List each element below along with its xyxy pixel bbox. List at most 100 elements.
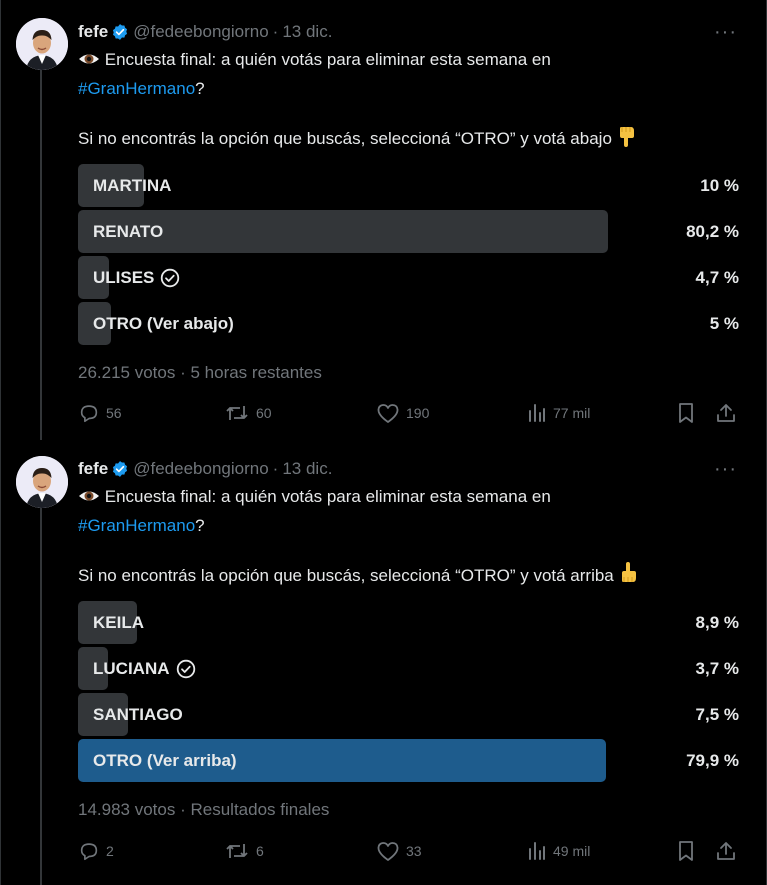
reply-button[interactable]: 56 <box>78 401 122 425</box>
tweet-2[interactable]: fefe @fedeebongiorno · 13 dic. ··· Encue… <box>0 440 767 885</box>
poll-option-winner: OTRO (Ver arriba) 79,9 % <box>78 739 739 782</box>
retweet-count: 60 <box>256 405 272 421</box>
hand-pointing-down-icon <box>617 125 637 155</box>
tweet-actions: 56 60 190 77 mil <box>78 401 740 425</box>
share-button[interactable] <box>715 401 743 425</box>
views-button[interactable]: 49 mil <box>527 839 590 863</box>
avatar-image <box>16 18 68 70</box>
reply-count: 2 <box>106 843 114 859</box>
poll-option-label: ULISES <box>93 267 155 287</box>
tweet-line-2: Si no encontrás la opción que buscás, se… <box>78 129 612 148</box>
poll-option: SANTIAGO 7,5 % <box>78 693 739 736</box>
reply-icon <box>80 843 98 861</box>
retweet-icon <box>226 406 248 420</box>
tweet-header: fefe @fedeebongiorno · 13 dic. <box>78 457 332 481</box>
views-icon <box>529 842 545 860</box>
like-button[interactable]: 190 <box>376 401 429 425</box>
separator-dot: · <box>180 363 191 382</box>
author-handle[interactable]: @fedeebongiorno <box>133 459 268 479</box>
avatar[interactable] <box>16 18 68 70</box>
tweet-text: Encuesta final: a quién votás para elimi… <box>78 484 728 539</box>
like-count: 33 <box>406 843 422 859</box>
reply-icon <box>80 405 98 423</box>
tweet-text-instructions: Si no encontrás la opción que buscás, se… <box>78 125 728 155</box>
author-handle[interactable]: @fedeebongiorno <box>133 22 268 42</box>
reply-count: 56 <box>106 405 122 421</box>
tweet-date[interactable]: 13 dic. <box>282 459 332 479</box>
check-circle-icon <box>176 659 195 678</box>
bookmark-button[interactable] <box>676 401 702 425</box>
hand-pointing-up-icon <box>619 562 639 592</box>
thread-line <box>40 70 42 440</box>
retweet-count: 6 <box>256 843 264 859</box>
author-name[interactable]: fefe <box>78 22 108 42</box>
poll-option-percent: 79,9 % <box>686 750 739 770</box>
poll-option-label: OTRO (Ver abajo) <box>93 313 234 333</box>
check-circle-icon <box>161 268 180 287</box>
more-icon[interactable]: ··· <box>714 22 737 42</box>
poll-option-label: LUCIANA <box>93 658 170 678</box>
like-count: 190 <box>406 405 430 421</box>
poll-option-label: MARTINA <box>93 175 172 195</box>
poll: MARTINA 10 % RENATO 80,2 % ULISES 4,7 % … <box>78 164 739 345</box>
poll-option-percent: 8,9 % <box>695 612 739 632</box>
poll: KEILA 8,9 % LUCIANA 3,7 % SANTIAGO 7,5 %… <box>78 601 739 782</box>
poll-option: RENATO 80,2 % <box>78 210 739 253</box>
more-icon[interactable]: ··· <box>714 459 737 479</box>
poll-option-percent: 10 % <box>700 175 739 195</box>
separator-dot: · <box>180 800 191 819</box>
verified-badge-icon <box>111 23 129 41</box>
tweet-date[interactable]: 13 dic. <box>282 22 332 42</box>
thread-line <box>40 505 42 885</box>
eye-icon <box>78 50 100 76</box>
tweet-line-1: Encuesta final: a quién votás para elimi… <box>104 487 551 506</box>
bookmark-button[interactable] <box>676 839 702 863</box>
poll-option: LUCIANA 3,7 % <box>78 647 739 690</box>
tweet-text-instructions: Si no encontrás la opción que buscás, se… <box>78 562 728 592</box>
poll-votes: 14.983 votos <box>78 800 176 819</box>
eye-icon <box>78 487 100 513</box>
poll-status: 5 horas restantes <box>190 363 322 382</box>
poll-option-percent: 80,2 % <box>686 221 739 241</box>
poll-option-label: OTRO (Ver arriba) <box>93 750 237 770</box>
poll-option-label: RENATO <box>93 221 164 241</box>
poll-meta: 26.215 votos · 5 horas restantes <box>78 363 322 383</box>
poll-votes: 26.215 votos <box>78 363 176 382</box>
avatar-image <box>16 456 68 508</box>
reply-button[interactable]: 2 <box>78 839 114 863</box>
author-name[interactable]: fefe <box>78 459 108 479</box>
views-count: 49 mil <box>553 843 591 859</box>
tweet-1[interactable]: fefe @fedeebongiorno · 13 dic. ··· Encue… <box>0 0 767 440</box>
poll-option: OTRO (Ver abajo) 5 % <box>78 302 739 345</box>
views-count: 77 mil <box>553 405 591 421</box>
tweet-text: Encuesta final: a quién votás para elimi… <box>78 47 728 102</box>
views-button[interactable]: 77 mil <box>527 401 590 425</box>
poll-option-percent: 7,5 % <box>695 704 739 724</box>
poll-option: MARTINA 10 % <box>78 164 739 207</box>
poll-option-percent: 5 % <box>709 313 739 333</box>
retweet-icon <box>226 844 248 858</box>
poll-option: KEILA 8,9 % <box>78 601 739 644</box>
poll-option: ULISES 4,7 % <box>78 256 739 299</box>
hashtag-link[interactable]: #GranHermano <box>78 79 195 98</box>
views-icon <box>529 404 545 422</box>
retweet-button[interactable]: 60 <box>224 401 272 425</box>
poll-status: Resultados finales <box>190 800 330 819</box>
share-icon <box>717 404 735 422</box>
separator-dot: · <box>272 22 279 41</box>
poll-option-percent: 3,7 % <box>695 658 739 678</box>
hashtag-link[interactable]: #GranHermano <box>78 516 195 535</box>
retweet-button[interactable]: 6 <box>224 839 264 863</box>
poll-option-percent: 4,7 % <box>695 267 739 287</box>
question-mark: ? <box>195 79 205 98</box>
tweet-header: fefe @fedeebongiorno · 13 dic. <box>78 20 332 44</box>
share-button[interactable] <box>715 839 743 863</box>
bookmark-icon <box>679 841 693 861</box>
like-button[interactable]: 33 <box>376 839 422 863</box>
separator-dot: · <box>272 459 279 478</box>
avatar[interactable] <box>16 456 68 508</box>
question-mark: ? <box>195 516 205 535</box>
tweet-line-1: Encuesta final: a quién votás para elimi… <box>104 50 551 69</box>
tweet-actions: 2 6 33 49 mil <box>78 839 740 863</box>
like-icon <box>377 842 399 861</box>
